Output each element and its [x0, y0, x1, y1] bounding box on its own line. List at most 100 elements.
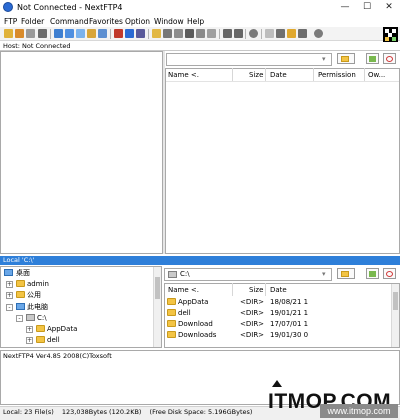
new-folder-icon[interactable]	[152, 29, 161, 38]
connect-icon[interactable]	[4, 29, 13, 38]
connection-status-icon	[383, 27, 398, 42]
chevron-down-icon[interactable]: ▾	[322, 55, 326, 63]
remote-col-date[interactable]: Date	[270, 71, 287, 80]
disconnect-icon[interactable]	[26, 29, 35, 38]
desktop-icon	[4, 269, 13, 276]
watermark-url: www.itmop.com	[320, 404, 398, 418]
status-file-count: Local: 23 File(s)	[3, 408, 54, 416]
chevron-down-icon[interactable]: ▾	[322, 270, 326, 278]
compare-icon[interactable]	[76, 29, 85, 38]
menu-ftp[interactable]: FTP	[4, 17, 17, 26]
stop-icon[interactable]	[249, 29, 258, 38]
quick-connect-icon[interactable]	[15, 29, 24, 38]
download-icon[interactable]	[125, 29, 134, 38]
remote-folder-button[interactable]	[337, 53, 355, 64]
folder-icon	[167, 331, 176, 338]
mirror-icon[interactable]	[136, 29, 145, 38]
remote-header-divider	[166, 81, 399, 82]
drive-icon	[26, 314, 35, 321]
toolbar-separator	[148, 29, 149, 39]
column-separator[interactable]	[313, 68, 314, 81]
column-separator[interactable]	[265, 68, 266, 81]
folder-icon	[167, 309, 176, 316]
queue-icon[interactable]	[276, 29, 285, 38]
column-separator[interactable]	[232, 68, 233, 81]
local-folder-button[interactable]	[337, 268, 355, 279]
local-col-size[interactable]: Size	[249, 286, 263, 295]
computer-icon	[16, 303, 25, 310]
app-icon	[3, 2, 13, 12]
expand-icon[interactable]: +	[6, 292, 13, 299]
sync-icon[interactable]	[65, 29, 74, 38]
status-text: Local: 23 File(s) 123,038Bytes (120.2KB)…	[3, 408, 252, 417]
status-disk-space: (Free Disk Space: 5.196GBytes)	[149, 408, 253, 416]
watermark-arrow-icon	[272, 380, 282, 387]
list-scrollbar[interactable]	[391, 284, 399, 347]
view-icon[interactable]	[54, 29, 63, 38]
maximize-button[interactable]: ☐	[356, 0, 378, 15]
host-label: Host: Not Connected	[3, 42, 71, 50]
reconnect-icon[interactable]	[38, 29, 47, 38]
menu-help[interactable]: Help	[187, 17, 204, 26]
tree-scrollbar[interactable]	[153, 267, 161, 347]
minimize-button[interactable]: —	[334, 0, 356, 15]
expand-icon[interactable]: +	[26, 326, 33, 333]
toolbar-separator	[261, 29, 262, 39]
bookmark-icon[interactable]	[287, 29, 296, 38]
toolbar-separator	[110, 29, 111, 39]
copy-icon[interactable]	[87, 29, 96, 38]
remote-favorite-button[interactable]	[366, 53, 379, 64]
drive-icon	[168, 271, 177, 278]
column-separator[interactable]	[232, 283, 233, 296]
permission-icon[interactable]	[196, 29, 205, 38]
close-button[interactable]: ✕	[378, 0, 400, 15]
rename-icon[interactable]	[163, 29, 172, 38]
toolbar-separator	[50, 29, 51, 39]
remote-col-name[interactable]: Name <.	[168, 71, 199, 80]
menu-window[interactable]: Window	[154, 17, 184, 26]
local-folder-tree[interactable]: 桌面 + admin + 公用 - 此电脑 - C:\ + AppData + …	[0, 266, 162, 348]
column-separator[interactable]	[265, 283, 266, 296]
local-path-combo[interactable]: C:\	[164, 268, 332, 281]
arrow-up-icon[interactable]	[234, 29, 243, 38]
options-icon[interactable]	[298, 29, 307, 38]
local-label: Local 'C:\'	[3, 256, 35, 264]
move-icon[interactable]	[98, 29, 107, 38]
folder-icon	[16, 280, 25, 287]
remote-refresh-button[interactable]	[383, 53, 396, 64]
folder-icon	[16, 291, 25, 298]
menu-favorites[interactable]: Favorites	[89, 17, 123, 26]
menu-folder[interactable]: Folder	[21, 17, 44, 26]
menu-command[interactable]: Command	[50, 17, 89, 26]
collapse-icon[interactable]: -	[16, 315, 23, 322]
arrow-down-icon[interactable]	[223, 29, 232, 38]
toolbar-separator	[245, 29, 246, 39]
log-text: NextFTP4 Ver4.85 2008(C)Toxsoft	[3, 352, 112, 360]
exit-icon[interactable]	[314, 29, 323, 38]
local-refresh-button[interactable]	[383, 268, 396, 279]
local-col-date[interactable]: Date	[270, 286, 287, 295]
remote-path-combo[interactable]	[166, 53, 332, 66]
local-col-name[interactable]: Name <.	[168, 286, 199, 295]
expand-icon[interactable]: +	[26, 337, 33, 344]
folder-icon	[36, 325, 45, 332]
folder-icon	[36, 336, 45, 343]
window-title: Not Connected - NextFTP4	[17, 3, 123, 12]
remote-col-size[interactable]: Size	[249, 71, 263, 80]
refresh-icon[interactable]	[207, 29, 216, 38]
collapse-icon[interactable]: -	[6, 304, 13, 311]
status-byte-count: 123,038Bytes (120.2KB)	[61, 408, 142, 416]
remote-col-owner[interactable]: Ow...	[368, 71, 385, 80]
menu-option[interactable]: Option	[125, 17, 150, 26]
delete-icon[interactable]	[174, 29, 183, 38]
properties-icon[interactable]	[185, 29, 194, 38]
column-separator[interactable]	[364, 68, 365, 81]
local-favorite-button[interactable]	[366, 268, 379, 279]
remote-folder-tree[interactable]	[0, 51, 163, 254]
toolbar-separator	[219, 29, 220, 39]
cancel-icon[interactable]	[265, 29, 274, 38]
remote-file-list[interactable]	[165, 68, 400, 254]
remote-col-permission[interactable]: Permission	[318, 71, 356, 80]
upload-icon[interactable]	[114, 29, 123, 38]
expand-icon[interactable]: +	[6, 281, 13, 288]
